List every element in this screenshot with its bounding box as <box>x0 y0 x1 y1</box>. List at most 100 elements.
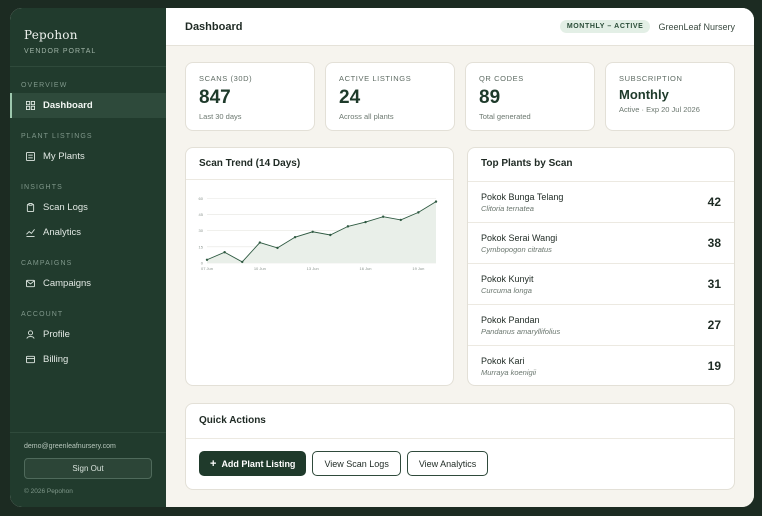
sidebar-item-my-plants[interactable]: My Plants <box>10 144 166 169</box>
stat-label: Scans (30d) <box>199 74 253 83</box>
stat-card-scans: Scans (30d) 847 Last 30 days <box>185 62 315 131</box>
stat-value: 24 <box>339 87 361 108</box>
sidebar-item-campaigns[interactable]: Campaigns <box>10 271 166 296</box>
data-point <box>434 200 438 203</box>
nav-heading: Insights <box>21 184 63 191</box>
mail-icon <box>26 279 35 288</box>
plant-name: Pokok Pandan <box>481 314 540 325</box>
plant-scientific-name: Murraya koenigii <box>481 367 537 377</box>
list-item[interactable]: Pokok Serai Wangi Cymbopogon citratus 38 <box>468 222 734 263</box>
nav-group-overview: Overview Dashboard <box>10 79 166 118</box>
data-point <box>329 233 332 237</box>
plant-name: Pokok Serai Wangi <box>481 232 558 243</box>
sign-out-button[interactable]: Sign Out <box>24 458 152 479</box>
stat-label: Active Listings <box>339 74 412 83</box>
data-point <box>276 246 279 250</box>
sidebar: Pepohon Vendor Portal Overview Dashboard… <box>10 8 166 507</box>
data-point <box>381 215 385 218</box>
y-tick-label: 30 <box>199 228 204 233</box>
sidebar-item-analytics[interactable]: Analytics <box>10 220 166 245</box>
sidebar-item-profile[interactable]: Profile <box>10 322 166 347</box>
user-email: demo@greenleafnursery.com <box>24 443 116 450</box>
copyright: © 2026 Pepohon <box>24 488 73 495</box>
x-tick-label: 07 Jun <box>201 266 213 271</box>
data-point <box>258 241 262 244</box>
brand: Pepohon Vendor Portal <box>10 8 166 67</box>
clipboard-icon <box>26 203 35 212</box>
list-item[interactable]: Pokok Pandan Pandanus amaryllifolius 27 <box>468 304 734 345</box>
sidebar-item-dashboard[interactable]: Dashboard <box>10 93 166 118</box>
card-header: Scan Trend (14 Days) <box>186 148 453 179</box>
sidebar-footer: demo@greenleafnursery.com Sign Out © 202… <box>10 432 166 507</box>
plant-scientific-name: Clitoria ternatea <box>481 203 534 213</box>
x-tick-label: 19 Jun <box>412 266 424 271</box>
y-tick-label: 0 <box>201 261 204 266</box>
card-title: Scan Trend (14 Days) <box>199 158 301 169</box>
card-header: Quick Actions <box>186 404 734 438</box>
card-title: Top Plants by Scan <box>481 158 573 169</box>
plant-scientific-name: Cymbopogon citratus <box>481 244 552 254</box>
scan-count: 38 <box>707 236 721 250</box>
scan-count: 42 <box>707 195 721 209</box>
nav-heading: Account <box>21 311 64 318</box>
card-header: Top Plants by Scan <box>468 148 734 181</box>
page-title: Dashboard <box>185 20 243 33</box>
bar-chart-icon <box>26 228 35 237</box>
y-tick-label: 45 <box>199 212 204 217</box>
main-content: Dashboard MONTHLY – ACTIVE GreenLeaf Nur… <box>166 8 754 507</box>
plant-name: Pokok Bunga Telang <box>481 191 564 202</box>
nav-group-insights: Insights Scan Logs Analytics <box>10 181 166 245</box>
plant-scientific-name: Pandanus amaryllifolius <box>481 326 561 336</box>
sidebar-item-scan-logs[interactable]: Scan Logs <box>10 195 166 220</box>
brand-subtitle: Vendor Portal <box>24 48 97 55</box>
list-item[interactable]: Pokok Kari Murraya koenigii 19 <box>468 345 734 385</box>
view-analytics-button[interactable]: View Analytics <box>406 451 489 476</box>
view-scan-logs-button[interactable]: View Scan Logs <box>312 451 401 476</box>
sidebar-item-label: Campaigns <box>43 278 92 289</box>
stat-label: Subscription <box>619 74 683 83</box>
stat-subtext: Active · Exp 20 Jul 2026 <box>619 105 700 114</box>
scan-trend-card: Scan Trend (14 Days) 0 15 30 45 60 07 Jun 10 J… <box>185 147 454 386</box>
list-item[interactable]: Pokok Kunyit Curcuma longa 31 <box>468 263 734 304</box>
data-point <box>311 230 314 233</box>
nav-group-account: Account Profile Billing <box>10 308 166 372</box>
list-item[interactable]: Pokok Bunga Telang Clitoria ternatea 42 <box>468 181 734 222</box>
trend-area <box>207 201 436 263</box>
button-label: Add Plant Listing <box>221 458 296 469</box>
scan-count: 27 <box>707 318 721 332</box>
data-point <box>293 235 297 239</box>
sidebar-item-billing[interactable]: Billing <box>10 347 166 372</box>
stat-subtext: Last 30 days <box>199 112 242 121</box>
stat-value: Monthly <box>619 87 669 102</box>
top-plants-card: Top Plants by Scan Pokok Bunga Telang Cli… <box>467 147 735 386</box>
plant-name: Pokok Kunyit <box>481 273 534 284</box>
card-title: Quick Actions <box>199 415 266 426</box>
grid-icon <box>26 101 35 110</box>
stat-card-listings: Active Listings 24 Across all plants <box>325 62 455 131</box>
sidebar-item-label: Dashboard <box>43 100 93 111</box>
x-tick-label: 13 Jun <box>307 266 319 271</box>
sidebar-item-label: Scan Logs <box>43 202 88 213</box>
stat-value: 847 <box>199 87 231 108</box>
user-icon <box>26 330 35 339</box>
plant-scientific-name: Curcuma longa <box>481 285 532 295</box>
nav-group-plant-listings: Plant Listings My Plants <box>10 130 166 169</box>
add-plant-listing-button[interactable]: + Add Plant Listing <box>199 451 307 476</box>
stat-card-qr-codes: QR Codes 89 Total generated <box>465 62 595 131</box>
sidebar-item-label: My Plants <box>43 151 85 162</box>
sidebar-item-label: Profile <box>43 329 70 340</box>
stat-card-subscription: Subscription Monthly Active · Exp 20 Jul… <box>605 62 735 131</box>
x-tick-label: 10 Jun <box>254 266 266 271</box>
list-icon <box>26 152 35 161</box>
quick-actions-card: Quick Actions + Add Plant Listing View S… <box>185 403 735 490</box>
sidebar-item-label: Analytics <box>43 227 82 238</box>
data-point <box>399 218 402 222</box>
data-point <box>241 260 244 264</box>
y-tick-label: 15 <box>199 244 204 249</box>
nav-heading: Plant Listings <box>21 133 93 140</box>
stat-subtext: Total generated <box>479 112 531 121</box>
brand-name: Pepohon <box>24 28 78 42</box>
scan-count: 31 <box>707 277 721 291</box>
plant-name: Pokok Kari <box>481 355 525 366</box>
y-tick-label: 60 <box>199 196 204 201</box>
